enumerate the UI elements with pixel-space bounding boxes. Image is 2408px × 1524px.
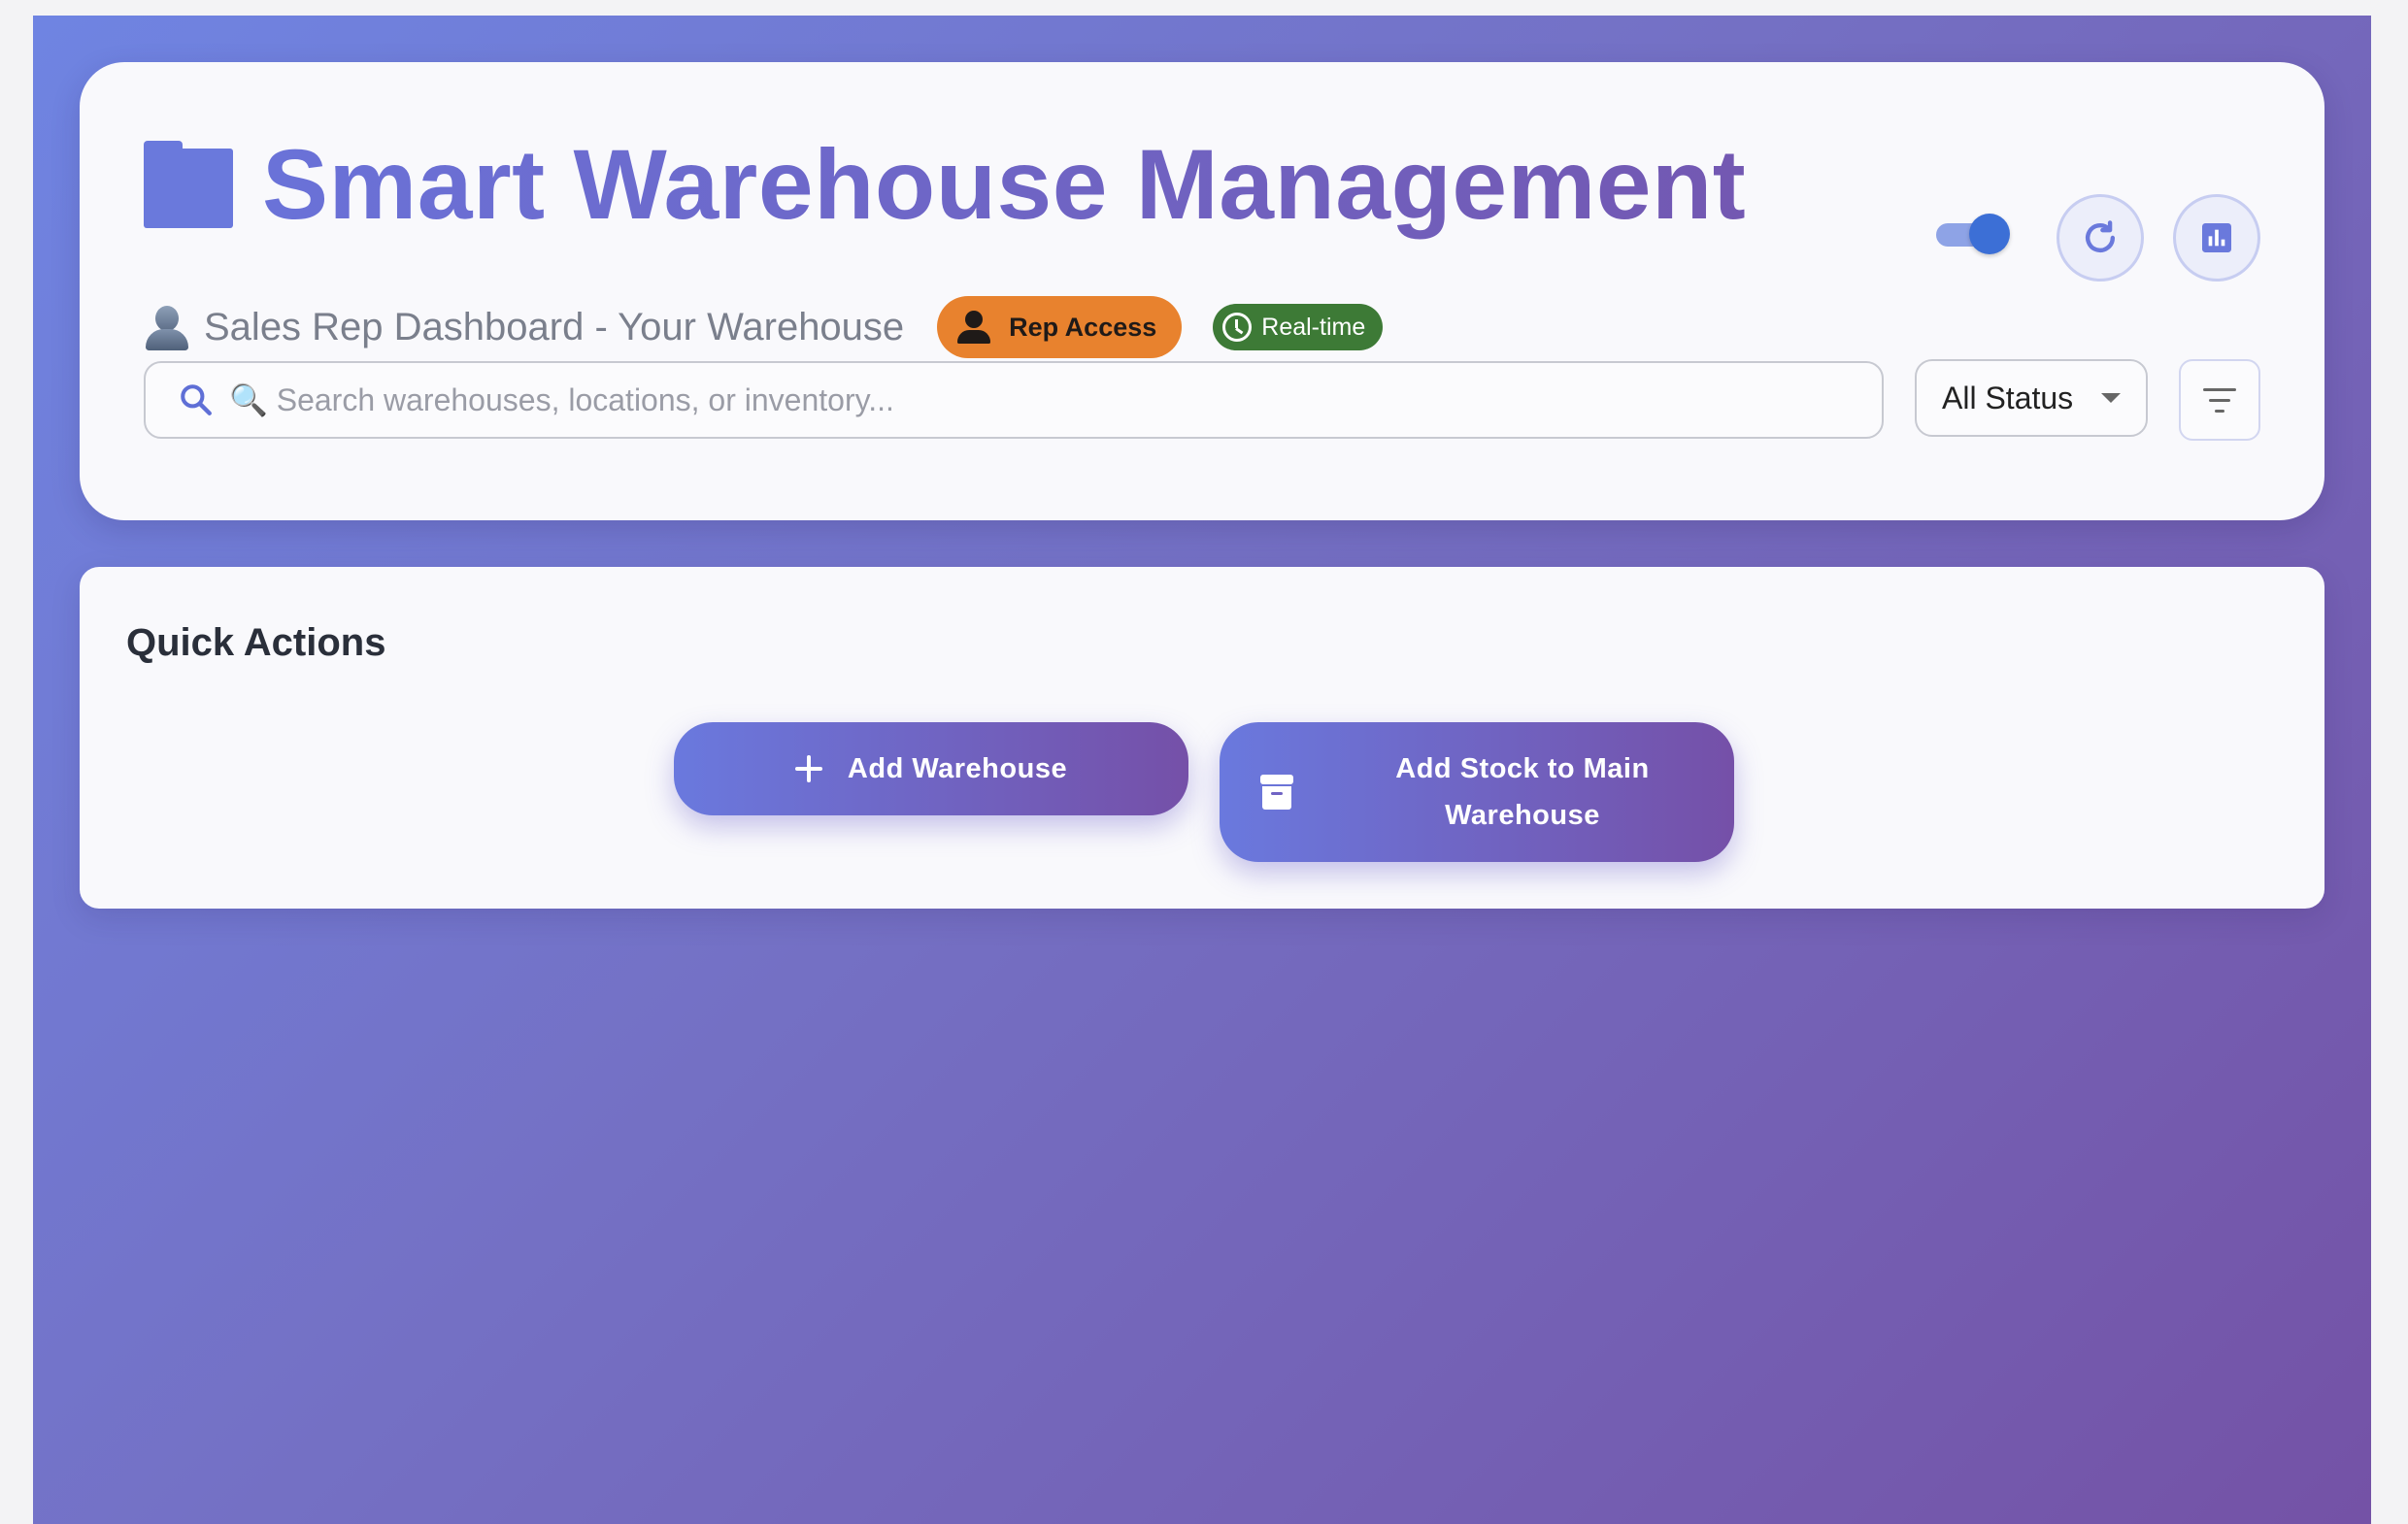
search-input[interactable] xyxy=(229,363,1882,437)
realtime-toggle[interactable] xyxy=(1936,212,2010,254)
refresh-button[interactable] xyxy=(2057,194,2144,282)
status-filter-value: All Status xyxy=(1942,380,2074,415)
filter-button[interactable] xyxy=(2179,359,2260,441)
add-warehouse-label: Add Warehouse xyxy=(847,752,1068,784)
add-warehouse-button[interactable]: Add Warehouse xyxy=(674,722,1188,815)
rep-access-badge: Rep Access xyxy=(937,296,1183,358)
rep-access-label: Rep Access xyxy=(1009,312,1157,342)
refresh-icon xyxy=(2085,220,2116,253)
bar-chart-icon xyxy=(2202,223,2231,252)
quick-actions-card: Quick Actions Add Warehouse Add Stock to… xyxy=(80,567,2324,909)
toggle-thumb xyxy=(1969,214,2010,254)
header-card: Smart Warehouse Management Sales Rep Das… xyxy=(80,62,2324,520)
quick-actions-title: Quick Actions xyxy=(126,621,386,664)
add-stock-label: Add Stock to Main Warehouse xyxy=(1395,753,1650,831)
status-filter-select[interactable]: All Status xyxy=(1915,359,2148,437)
plus-icon xyxy=(794,755,822,782)
filter-icon xyxy=(2203,387,2236,391)
app-background: Smart Warehouse Management Sales Rep Das… xyxy=(33,16,2371,1524)
title-row: Smart Warehouse Management xyxy=(144,126,1746,243)
chevron-down-icon xyxy=(2101,393,2121,403)
realtime-badge: Real-time xyxy=(1213,304,1384,350)
search-icon xyxy=(175,379,217,421)
add-stock-button[interactable]: Add Stock to Main Warehouse xyxy=(1220,722,1734,862)
statistics-button[interactable] xyxy=(2173,194,2260,282)
person-icon xyxy=(956,310,991,345)
realtime-label: Real-time xyxy=(1261,313,1366,341)
search-box xyxy=(144,361,1884,439)
page-title: Smart Warehouse Management xyxy=(262,126,1746,243)
clock-icon xyxy=(1222,313,1253,342)
dashboard-subtitle: Sales Rep Dashboard - Your Warehouse xyxy=(204,305,905,348)
subtitle-row: Sales Rep Dashboard - Your Warehouse Rep… xyxy=(144,295,1384,359)
archive-icon xyxy=(1260,775,1293,810)
user-icon xyxy=(144,304,190,350)
folder-icon xyxy=(144,141,233,228)
